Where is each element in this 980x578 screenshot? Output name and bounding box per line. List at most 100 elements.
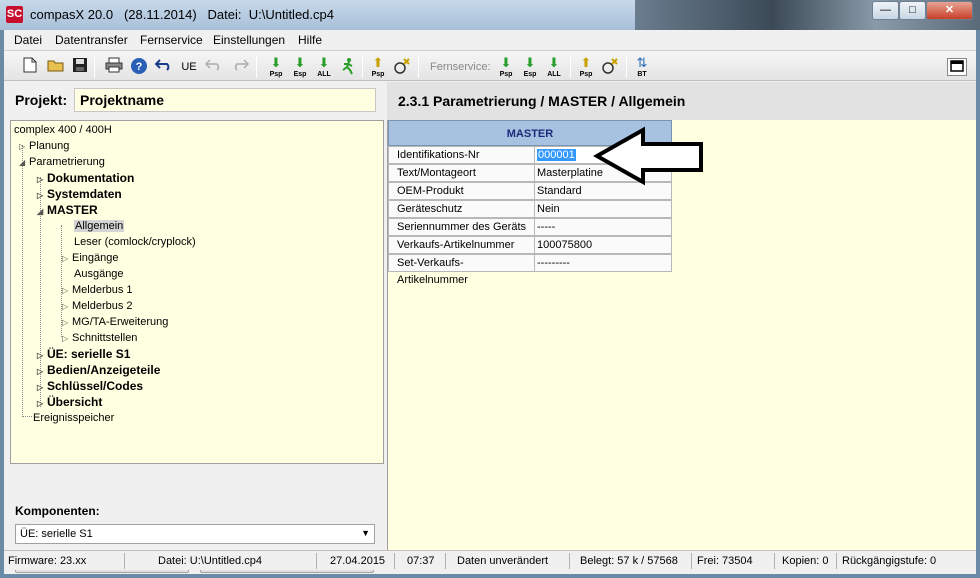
save-icon[interactable] — [70, 57, 90, 77]
grid-key: Identifikations-Nr — [388, 146, 534, 164]
tree-item-schluessel[interactable]: ▷ Schlüssel/Codes — [37, 378, 143, 394]
expand-arrow-icon[interactable]: ▷ — [62, 251, 72, 267]
grid-key: Verkaufs-Artikelnummer — [388, 236, 534, 254]
tree-item-dokumentation[interactable]: ▷ Dokumentation — [37, 170, 134, 186]
download-all-icon[interactable]: ⬇ ALL — [314, 55, 334, 78]
tree-item-melderbus2[interactable]: ▷ Melderbus 2 — [62, 298, 133, 314]
tree-item-mgta[interactable]: ▷ MG/TA-Erweiterung — [62, 314, 168, 330]
toolbar-separator — [362, 56, 363, 78]
tree-item-root[interactable]: complex 400 / 400H — [14, 122, 112, 138]
status-data-state: Daten unverändert — [457, 555, 549, 567]
status-copies: Kopien: 0 — [782, 555, 829, 567]
tree-item-systemdaten[interactable]: ▷ Systemdaten — [37, 186, 122, 202]
menu-hilfe[interactable]: Hilfe — [298, 33, 322, 47]
tree-item-label: Planung — [29, 140, 70, 152]
all-label: ALL — [317, 71, 331, 78]
grid-value[interactable]: --------- — [534, 254, 672, 272]
status-separator — [774, 553, 775, 569]
status-separator — [569, 553, 570, 569]
tree-item-melderbus1[interactable]: ▷ Melderbus 1 — [62, 282, 133, 298]
compare-icon[interactable] — [392, 57, 412, 77]
all-label: ALL — [547, 71, 561, 78]
project-name-field[interactable]: Projektname — [74, 88, 376, 112]
expand-arrow-icon[interactable]: ▷ — [62, 331, 72, 347]
esp-label: Esp — [523, 71, 537, 78]
status-date: 27.04.2015 — [330, 555, 386, 567]
tree-item-schnittstellen[interactable]: ▷ Schnittstellen — [62, 330, 137, 346]
grid-row-set-verkaufs-artikelnummer[interactable]: Set-Verkaufs-Artikelnummer --------- — [388, 254, 672, 286]
grid-row-verkaufs-artikelnummer[interactable]: Verkaufs-Artikelnummer 100075800 — [388, 236, 672, 254]
status-time: 07:37 — [407, 555, 435, 567]
tree-item-label: Schnittstellen — [72, 332, 138, 344]
print-icon[interactable] — [104, 57, 124, 77]
grid-key: Set-Verkaufs-Artikelnummer — [388, 254, 534, 286]
tree-item-ereignisspeicher[interactable]: Ereignisspeicher — [33, 410, 114, 426]
expand-arrow-icon[interactable]: ▷ — [62, 315, 72, 331]
tree-item-label: Ausgänge — [74, 268, 124, 280]
tree-item-eingaenge[interactable]: ▷ Eingänge — [62, 250, 119, 266]
property-area: MASTER Identifikations-Nr 000001 Text/Mo… — [387, 120, 976, 550]
project-label: Projekt: — [15, 92, 68, 108]
open-folder-icon[interactable] — [46, 57, 66, 77]
tree-item-label: Bedien/Anzeigeteile — [47, 363, 161, 377]
window-layout-icon[interactable] — [947, 58, 967, 76]
running-man-icon[interactable] — [338, 57, 358, 77]
tree-item-uebersicht[interactable]: ▷ Übersicht — [37, 394, 102, 410]
window-title: compasX 20.0 (28.11.2014) Datei: U:\Unti… — [30, 7, 334, 22]
bt-label: BT — [637, 71, 647, 78]
tree-item-planung[interactable]: ▷ Planung — [19, 138, 69, 154]
tree-item-label: Parametrierung — [29, 156, 105, 168]
grid-value[interactable]: ----- — [534, 218, 672, 236]
tree-item-ue-seriell[interactable]: ▷ ÜE: serielle S1 — [37, 346, 130, 362]
download-psp-icon[interactable]: ⬇ Psp — [266, 55, 286, 78]
bt-transfer-icon[interactable]: ⇅ BT — [632, 55, 652, 78]
tree-item-label: Eingänge — [72, 252, 119, 264]
section-title: 2.3.1 Parametrierung / MASTER / Allgemei… — [398, 93, 686, 109]
tree-item-label: Ereignisspeicher — [33, 412, 115, 424]
chevron-down-icon[interactable]: ▼ — [361, 528, 370, 538]
remote-download-all-icon[interactable]: ⬇ ALL — [544, 55, 564, 78]
close-button[interactable]: ✕ — [926, 1, 973, 20]
remote-download-esp-icon[interactable]: ⬇ Esp — [520, 55, 540, 78]
new-file-icon[interactable] — [20, 57, 40, 77]
toolbar-separator — [418, 56, 419, 78]
grid-row-geraeteschutz[interactable]: Geräteschutz Nein — [388, 200, 672, 218]
ue-button[interactable]: UE — [178, 57, 200, 77]
undo-icon[interactable] — [154, 57, 174, 77]
status-separator — [836, 553, 837, 569]
remote-download-psp-icon[interactable]: ⬇ Psp — [496, 55, 516, 78]
remote-upload-psp-icon[interactable]: ⬆ Psp — [576, 55, 596, 78]
grid-key: Geräteschutz — [388, 200, 534, 218]
expand-arrow-icon[interactable]: ▷ — [19, 139, 29, 155]
tree-item-parametrierung[interactable]: ◢ Parametrierung — [19, 154, 105, 170]
right-panel: 2.3.1 Parametrierung / MASTER / Allgemei… — [387, 82, 976, 550]
minimize-button[interactable]: — — [872, 1, 899, 20]
collapse-arrow-icon[interactable]: ◢ — [37, 204, 47, 220]
tree-item-allgemein[interactable]: Allgemein — [74, 218, 125, 234]
menu-einstellungen[interactable]: Einstellungen — [213, 33, 285, 47]
toolbar-separator — [94, 56, 95, 78]
status-separator — [316, 553, 317, 569]
menu-datei[interactable]: Datei — [14, 33, 42, 47]
maximize-button[interactable]: □ — [899, 1, 926, 20]
components-dropdown[interactable]: ÜE: serielle S1 ▼ — [15, 524, 375, 544]
menu-fernservice[interactable]: Fernservice — [140, 33, 203, 47]
download-esp-icon[interactable]: ⬇ Esp — [290, 55, 310, 78]
tree-item-label: ÜE: serielle S1 — [47, 347, 131, 361]
expand-arrow-icon[interactable]: ▷ — [62, 299, 72, 315]
grid-row-seriennummer[interactable]: Seriennummer des Geräts ----- — [388, 218, 672, 236]
tree-item-leser[interactable]: Leser (comlock/cryplock) — [74, 234, 196, 250]
tree-item-bedien[interactable]: ▷ Bedien/Anzeigeteile — [37, 362, 160, 378]
help-icon[interactable]: ? — [129, 57, 149, 77]
psp-label: Psp — [579, 71, 593, 78]
menu-datentransfer[interactable]: Datentransfer — [55, 33, 128, 47]
tree-item-master[interactable]: ◢ MASTER — [37, 202, 98, 218]
expand-arrow-icon[interactable]: ▷ — [62, 283, 72, 299]
collapse-arrow-icon[interactable]: ◢ — [19, 155, 29, 171]
tree-item-label: Dokumentation — [47, 171, 135, 185]
remote-compare-icon[interactable] — [600, 57, 620, 77]
upload-psp-icon[interactable]: ⬆ Psp — [368, 55, 388, 78]
grid-value[interactable]: 100075800 — [534, 236, 672, 254]
grid-value[interactable]: Nein — [534, 200, 672, 218]
tree-item-ausgaenge[interactable]: Ausgänge — [74, 266, 124, 282]
